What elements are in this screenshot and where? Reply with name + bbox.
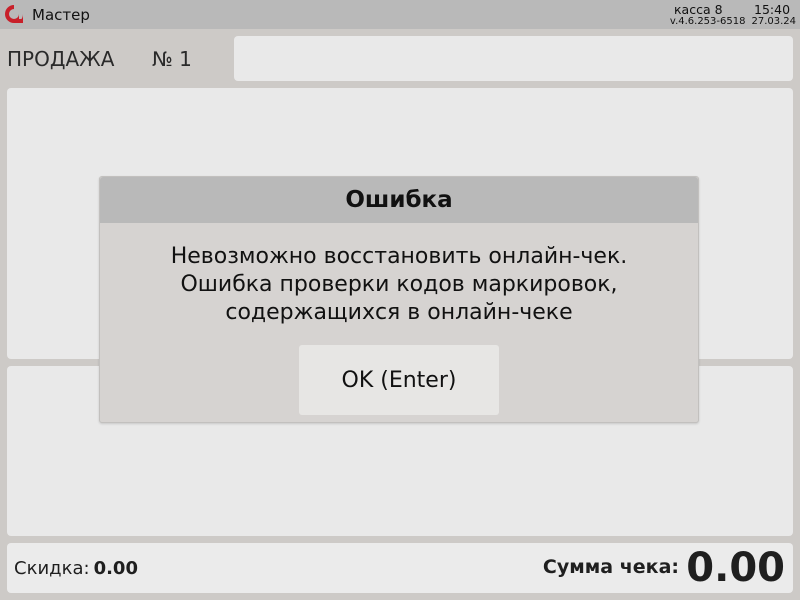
ok-button[interactable]: OK (Enter) xyxy=(299,345,499,415)
top-bar: Мастер касса 8 15:40 v.4.6.253-6518 27.03… xyxy=(0,0,800,29)
dialog-message: Невозможно восстановить онлайн-чек. Ошиб… xyxy=(100,243,698,327)
discount: Скидка: 0.00 xyxy=(14,558,138,579)
item-input-box[interactable] xyxy=(234,36,793,81)
register-label: касса 8 xyxy=(674,2,723,17)
version-info: v.4.6.253-6518 27.03.24 xyxy=(670,16,796,27)
dialog-message-line: Ошибка проверки кодов маркировок, xyxy=(180,272,618,297)
total-value: 0.00 xyxy=(686,545,785,591)
receipt-footer: Скидка: 0.00 Сумма чека: 0.00 xyxy=(7,543,793,593)
clock: 15:40 xyxy=(754,2,791,17)
dialog-message-line: Невозможно восстановить онлайн-чек. xyxy=(170,244,628,269)
current-date: 27.03.24 xyxy=(751,16,796,27)
app-title: Мастер xyxy=(32,6,90,24)
dialog-message-line: содержащихся в онлайн-чеке xyxy=(225,300,573,325)
sale-number: № 1 xyxy=(152,47,192,71)
dialog-title: Ошибка xyxy=(100,177,698,223)
sale-title: ПРОДАЖА xyxy=(7,47,115,71)
total-label: Сумма чека: xyxy=(542,556,679,578)
error-dialog: Ошибка Невозможно восстановить онлайн-че… xyxy=(99,176,699,423)
version-number: v.4.6.253-6518 xyxy=(669,16,746,27)
discount-value: 0.00 xyxy=(93,558,138,579)
cashier-logo-icon xyxy=(3,3,25,25)
discount-label: Скидка: xyxy=(14,558,90,579)
